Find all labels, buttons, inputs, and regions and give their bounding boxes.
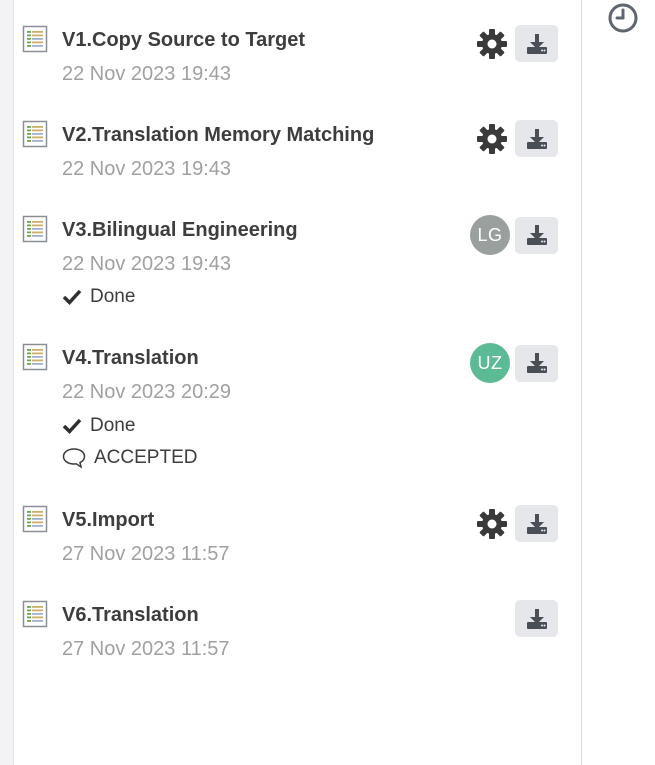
- version-date: 22 Nov 2023 19:43: [62, 158, 232, 180]
- download-icon: [525, 351, 549, 375]
- version-title[interactable]: V4.Translation: [62, 347, 199, 370]
- download-button[interactable]: [515, 216, 558, 254]
- right-rail: [583, 0, 655, 765]
- version-title[interactable]: V1.Copy Source to Target: [62, 29, 305, 52]
- gear-icon[interactable]: [474, 26, 510, 62]
- status-label: Done: [90, 415, 136, 436]
- history-clock-icon[interactable]: [607, 2, 639, 34]
- comment-icon: [62, 447, 86, 469]
- version-item-v2[interactable]: V2.Translation Memory Matching 22 Nov 20…: [22, 120, 562, 190]
- version-date: 22 Nov 2023 20:29: [62, 381, 232, 403]
- review-status: ACCEPTED: [62, 447, 197, 469]
- version-title[interactable]: V5.Import: [62, 509, 154, 532]
- version-item-v4[interactable]: V4.Translation 22 Nov 2023 20:29 Done AC…: [22, 343, 562, 473]
- status-done: Done: [62, 286, 135, 308]
- document-icon: [22, 343, 48, 371]
- version-date: 22 Nov 2023 19:43: [62, 63, 232, 85]
- avatar[interactable]: LG: [470, 215, 510, 255]
- version-item-v5[interactable]: V5.Import 27 Nov 2023 11:57: [22, 505, 562, 575]
- review-label: ACCEPTED: [94, 447, 198, 468]
- version-item-v1[interactable]: V1.Copy Source to Target 22 Nov 2023 19:…: [22, 25, 562, 95]
- version-item-v6[interactable]: V6.Translation 27 Nov 2023 11:57: [22, 600, 562, 670]
- version-title[interactable]: V2.Translation Memory Matching: [62, 124, 374, 147]
- version-date: 22 Nov 2023 19:43: [62, 253, 232, 275]
- download-button[interactable]: [515, 600, 558, 637]
- download-icon: [525, 127, 549, 151]
- gear-icon[interactable]: [474, 121, 510, 157]
- status-label: Done: [90, 286, 136, 307]
- version-date: 27 Nov 2023 11:57: [62, 638, 230, 660]
- avatar[interactable]: UZ: [470, 343, 510, 383]
- left-edge-bar: [0, 0, 14, 765]
- gear-icon[interactable]: [474, 506, 510, 542]
- download-button[interactable]: [515, 344, 558, 382]
- download-icon: [525, 607, 549, 631]
- download-icon: [525, 512, 549, 536]
- download-button[interactable]: [515, 25, 558, 62]
- version-title[interactable]: V3.Bilingual Engineering: [62, 219, 298, 242]
- download-button[interactable]: [515, 505, 558, 542]
- document-icon: [22, 120, 48, 148]
- download-icon: [525, 223, 549, 247]
- document-icon: [22, 25, 48, 53]
- status-done: Done: [62, 415, 135, 437]
- download-button[interactable]: [515, 120, 558, 157]
- version-date: 27 Nov 2023 11:57: [62, 543, 230, 565]
- document-icon: [22, 215, 48, 243]
- document-icon: [22, 505, 48, 533]
- checkmark-icon: [62, 416, 82, 436]
- version-title[interactable]: V6.Translation: [62, 604, 199, 627]
- version-item-v3[interactable]: V3.Bilingual Engineering 22 Nov 2023 19:…: [22, 215, 562, 315]
- document-icon: [22, 600, 48, 628]
- checkmark-icon: [62, 287, 82, 307]
- download-icon: [525, 32, 549, 56]
